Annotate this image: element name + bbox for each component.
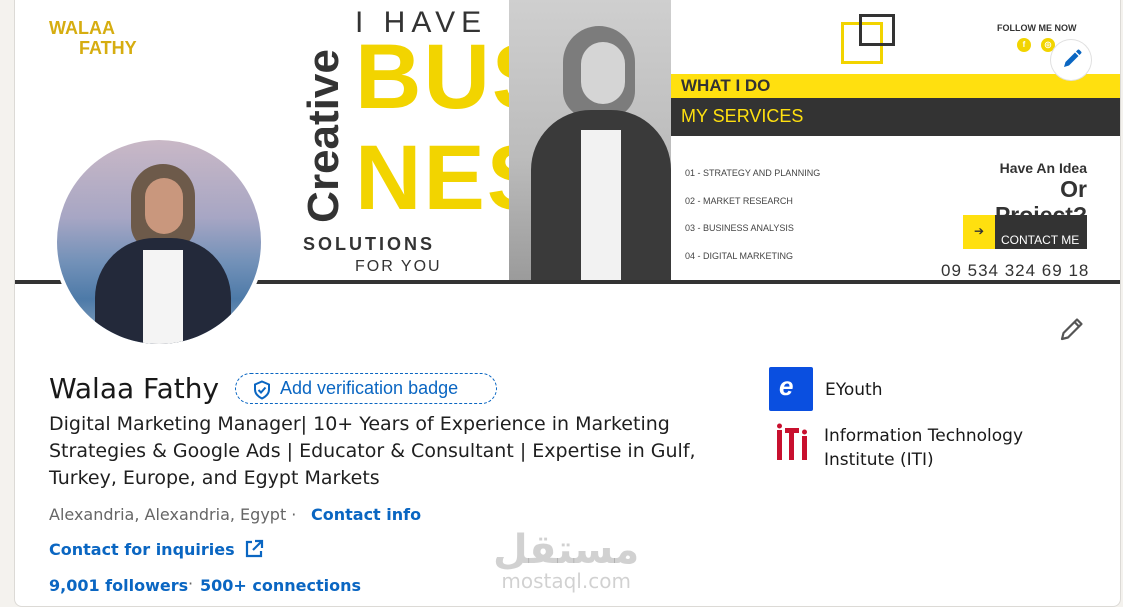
watermark-arabic: مستقل [493, 527, 640, 573]
profile-location: Alexandria, Alexandria, Egypt · [49, 505, 297, 524]
banner-contact-me: ➔ CONTACT ME [963, 215, 1087, 249]
edit-intro-button[interactable] [1055, 312, 1089, 346]
arrow-right-icon: ➔ [963, 215, 995, 249]
iti-logo[interactable] [775, 422, 809, 466]
service-item: 03 - BUSINESS ANALYSIS [685, 223, 794, 233]
mostaql-watermark: مستقل mostaql.com [493, 530, 639, 592]
pencil-icon [1064, 49, 1082, 67]
banner-follow-me-now: FOLLOW ME NOW [997, 23, 1077, 33]
contact-for-inquiries-link[interactable]: Contact for inquiries [49, 540, 235, 559]
profile-card: WALAA FATHY Creative I HAVE BUSI NESS SO… [14, 0, 1121, 607]
verification-badge-label: Add verification badge [280, 378, 459, 398]
eyouth-logo-letter: e [779, 371, 794, 401]
eyouth-logo[interactable]: e [769, 367, 813, 411]
banner-phone: 09 534 324 69 18 [941, 261, 1090, 280]
profile-name: Walaa Fathy [49, 372, 220, 405]
banner-solutions: SOLUTIONS [303, 234, 436, 254]
banner-creative-text: Creative [295, 36, 353, 236]
facebook-icon: f [1017, 38, 1031, 52]
experience-company-link[interactable]: EYouth [825, 380, 882, 400]
contact-me-label: CONTACT ME [1001, 233, 1080, 247]
profile-headline: Digital Marketing Manager| 10+ Years of … [49, 413, 696, 489]
banner-for-you: FOR YOU [355, 258, 442, 275]
service-item: 01 - STRATEGY AND PLANNING [685, 168, 821, 178]
banner-my-services: MY SERVICES [681, 106, 804, 126]
idea-line-1: Have An Idea [999, 160, 1087, 176]
separator-dot: · [188, 574, 194, 593]
education-school-link[interactable]: Information Technology Institute (ITI) [824, 424, 1064, 472]
banner-logo: WALAA FATHY [49, 18, 137, 58]
add-verification-badge-button[interactable]: Add verification badge [235, 373, 497, 404]
external-link-icon[interactable] [243, 538, 265, 560]
banner-what-i-do: WHAT I DO [681, 76, 771, 95]
profile-avatar[interactable] [53, 136, 265, 348]
edit-banner-button[interactable] [1051, 40, 1091, 80]
banner-portrait-photo [509, 0, 671, 284]
logo-line-2: FATHY [79, 38, 137, 58]
service-item: 02 - MARKET RESEARCH [685, 196, 793, 206]
decorative-squares [841, 14, 897, 64]
contact-info-link[interactable]: Contact info [311, 505, 421, 524]
followers-link[interactable]: 9,001 followers [49, 576, 188, 595]
pencil-icon [1060, 318, 1083, 341]
shield-check-icon [254, 380, 270, 400]
connections-link[interactable]: 500+ connections [200, 576, 361, 595]
logo-line-1: WALAA [49, 18, 115, 38]
creative-label: Creative [299, 49, 348, 223]
watermark-latin: mostaql.com [501, 569, 631, 593]
service-item: 04 - DIGITAL MARKETING [685, 251, 794, 261]
